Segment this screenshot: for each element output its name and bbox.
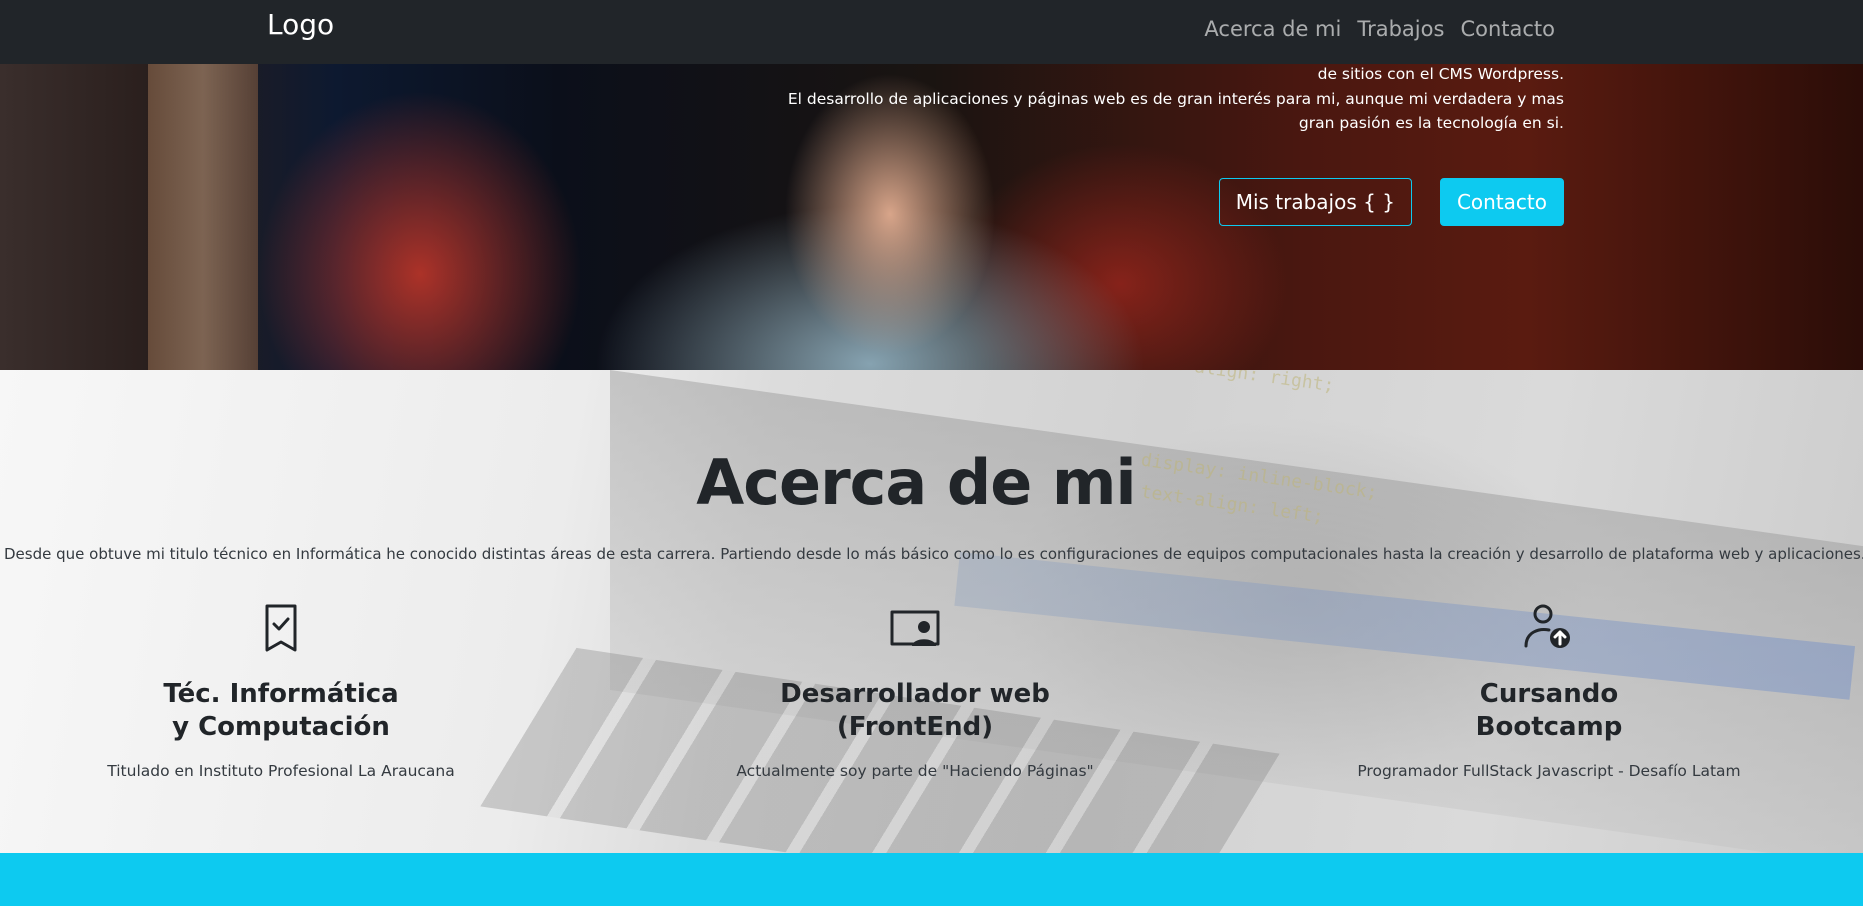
hero-section: de sitios con el CMS Wordpress. El desar… [0, 64, 1863, 370]
person-video-icon [890, 610, 940, 646]
about-section: text-align: right; display: inline-block… [0, 370, 1863, 853]
background-code-line: text-align: right; [1139, 370, 1336, 397]
contact-button[interactable]: Contacto [1439, 178, 1564, 226]
feature-title-line: Desarrollador web [780, 679, 1050, 709]
nav-link-trabajos[interactable]: Trabajos [1357, 17, 1444, 41]
hero-buttons: Mis trabajos { } Contacto [1218, 178, 1564, 226]
nav-link-acerca[interactable]: Acerca de mi [1204, 17, 1341, 41]
feature-title-line: Bootcamp [1475, 712, 1623, 742]
hero-text-line: gran pasión es la tecnología en si. [1298, 114, 1564, 132]
nav-link-contacto[interactable]: Contacto [1460, 17, 1555, 41]
feature-card: Téc. Informática y Computación Titulado … [1, 600, 561, 780]
feature-title: Desarrollador web (FrontEnd) [635, 678, 1195, 744]
feature-text: Actualmente soy parte de "Haciendo Págin… [736, 762, 1094, 780]
feature-title: Téc. Informática y Computación [1, 678, 561, 744]
hero-text-line: El desarrollo de aplicaciones y páginas … [787, 89, 1564, 108]
hero-intro-text: de sitios con el CMS Wordpress. El desar… [788, 64, 1564, 136]
about-description: Desde que obtuve mi titulo técnico en In… [4, 545, 1863, 563]
navbar: Logo Acerca de mi Trabajos Contacto [0, 0, 1863, 64]
feature-text: Programador FullStack Javascript - Desaf… [1357, 762, 1741, 780]
person-up-icon [1524, 604, 1570, 648]
brand-logo[interactable]: Logo [267, 8, 334, 41]
next-section-band [0, 853, 1863, 906]
nav-links: Acerca de mi Trabajos Contacto [1204, 17, 1555, 41]
feature-title-line: Téc. Informática [163, 679, 399, 709]
hero-text-line: de sitios con el CMS Wordpress. [1317, 65, 1564, 83]
feature-title-line: y Computación [172, 712, 390, 742]
my-works-button[interactable]: Mis trabajos { } [1218, 178, 1412, 226]
feature-title-line: Cursando [1479, 679, 1619, 709]
about-title: Acerca de mi [696, 446, 1136, 519]
feature-card: Cursando Bootcamp Programador FullStack … [1269, 600, 1829, 780]
feature-card: Desarrollador web (FrontEnd) Actualmente… [635, 600, 1195, 780]
feature-title-line: (FrontEnd) [836, 712, 994, 742]
hero-background-photo [148, 64, 258, 370]
bookmark-check-icon [265, 604, 297, 652]
feature-title: Cursando Bootcamp [1269, 678, 1829, 744]
feature-text: Titulado en Instituto Profesional La Ara… [107, 762, 455, 780]
